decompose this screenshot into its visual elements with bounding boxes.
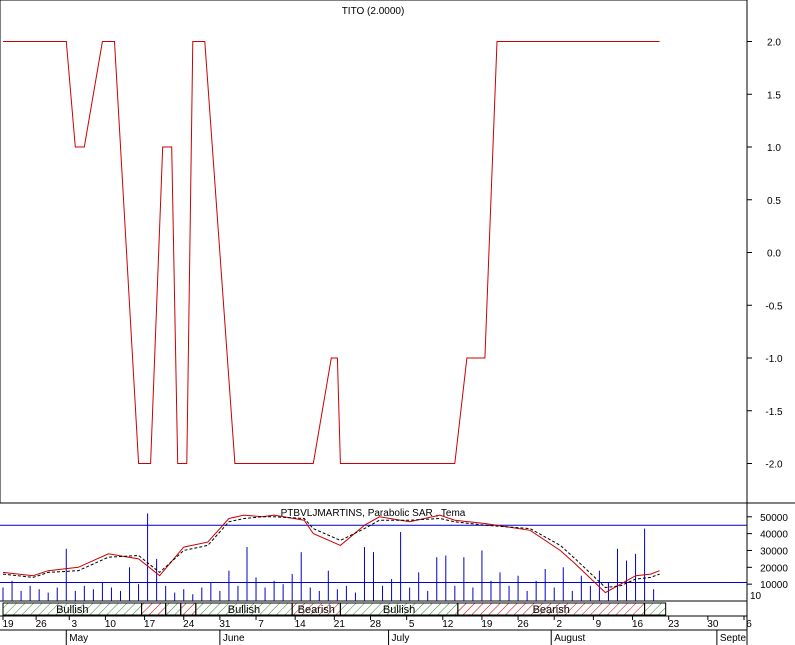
bearish-band — [180, 602, 197, 616]
top-y-tick-label: 1.5 — [767, 90, 781, 101]
bottom-y-tick-label: 20000 — [760, 563, 788, 574]
x-day-label: 16 — [632, 619, 644, 630]
x-day-label: 12 — [442, 619, 454, 630]
x-month-label: June — [223, 633, 245, 644]
x-day-label: 6 — [746, 619, 752, 630]
top-y-axis: 2.0 1.5 1.0 0.5 0.0 -0.5 -1.0 -1.5 -2.0 — [747, 38, 783, 471]
x-day-label: 28 — [370, 619, 382, 630]
x-day-label: 7 — [258, 619, 264, 630]
top-y-tick-label: 0.0 — [767, 249, 781, 260]
band-label: Bullish — [228, 604, 260, 616]
bottom-y-axis: 50000 40000 30000 20000 10000 — [747, 513, 788, 591]
x-day-label: 26 — [36, 619, 48, 630]
top-series-line — [3, 41, 660, 464]
x-day-label: 10 — [105, 619, 117, 630]
bottom-y-tick-label: 40000 — [760, 530, 788, 541]
sar-dashed-line — [2, 516, 660, 589]
bullish-band — [644, 602, 667, 616]
top-y-tick-label: -1.5 — [765, 407, 783, 418]
x-day-label: 14 — [295, 619, 307, 630]
bottom-y-tick-label: 50000 — [760, 513, 788, 524]
x-day-label: 3 — [71, 619, 77, 630]
top-chart-title: TITO (2.0000) — [342, 6, 405, 17]
x-day-label: 31 — [219, 619, 231, 630]
bearish-band — [141, 602, 167, 616]
bottom-y-tick-label: 30000 — [760, 546, 788, 557]
x-month-label: July — [392, 633, 410, 644]
x-day-label: 19 — [481, 619, 493, 630]
top-y-tick-label: 1.0 — [767, 143, 781, 154]
x-day-label: 21 — [334, 619, 346, 630]
x-day-label: 9 — [596, 619, 602, 630]
x-month-label: August — [554, 633, 585, 644]
bottom-y-tick-label: 10000 — [760, 580, 788, 591]
top-y-tick-label: -1.0 — [765, 354, 783, 365]
bottom-series-layer — [2, 514, 660, 594]
x-day-label: 19 — [2, 619, 14, 630]
x-day-label: 23 — [668, 619, 680, 630]
top-y-tick-label: -0.5 — [765, 301, 783, 312]
top-series-layer — [3, 41, 660, 464]
band-label: Bearish — [533, 604, 570, 616]
band-label: Bullish — [383, 604, 415, 616]
bullish-band — [165, 602, 182, 616]
x-day-label: 26 — [518, 619, 530, 630]
x-day-label: 24 — [183, 619, 195, 630]
volume-corner-label: 10 — [750, 591, 762, 602]
tema-line — [2, 514, 660, 594]
band-label: Bullish — [56, 604, 88, 616]
x-day-label: 5 — [409, 619, 415, 630]
top-y-tick-label: 2.0 — [767, 38, 781, 49]
indicator-bands: Bullish Bullish Bearish Bullish Bearish — [2, 602, 667, 616]
x-day-label: 2 — [556, 619, 562, 630]
x-month-label: May — [69, 633, 88, 644]
x-day-label: 30 — [707, 619, 719, 630]
chart-canvas: TITO (2.0000) PTBVLJMARTINS, Parabolic S… — [0, 0, 795, 645]
bottom-chart-title: PTBVLJMARTINS, Parabolic SAR , Tema — [281, 508, 466, 519]
top-y-tick-label: -2.0 — [765, 460, 783, 471]
band-label: Bearish — [298, 604, 335, 616]
top-panel-frame — [0, 0, 748, 504]
x-day-label: 17 — [144, 619, 156, 630]
x-month-label: Septe — [720, 633, 747, 644]
top-y-tick-label: 0.5 — [767, 196, 781, 207]
